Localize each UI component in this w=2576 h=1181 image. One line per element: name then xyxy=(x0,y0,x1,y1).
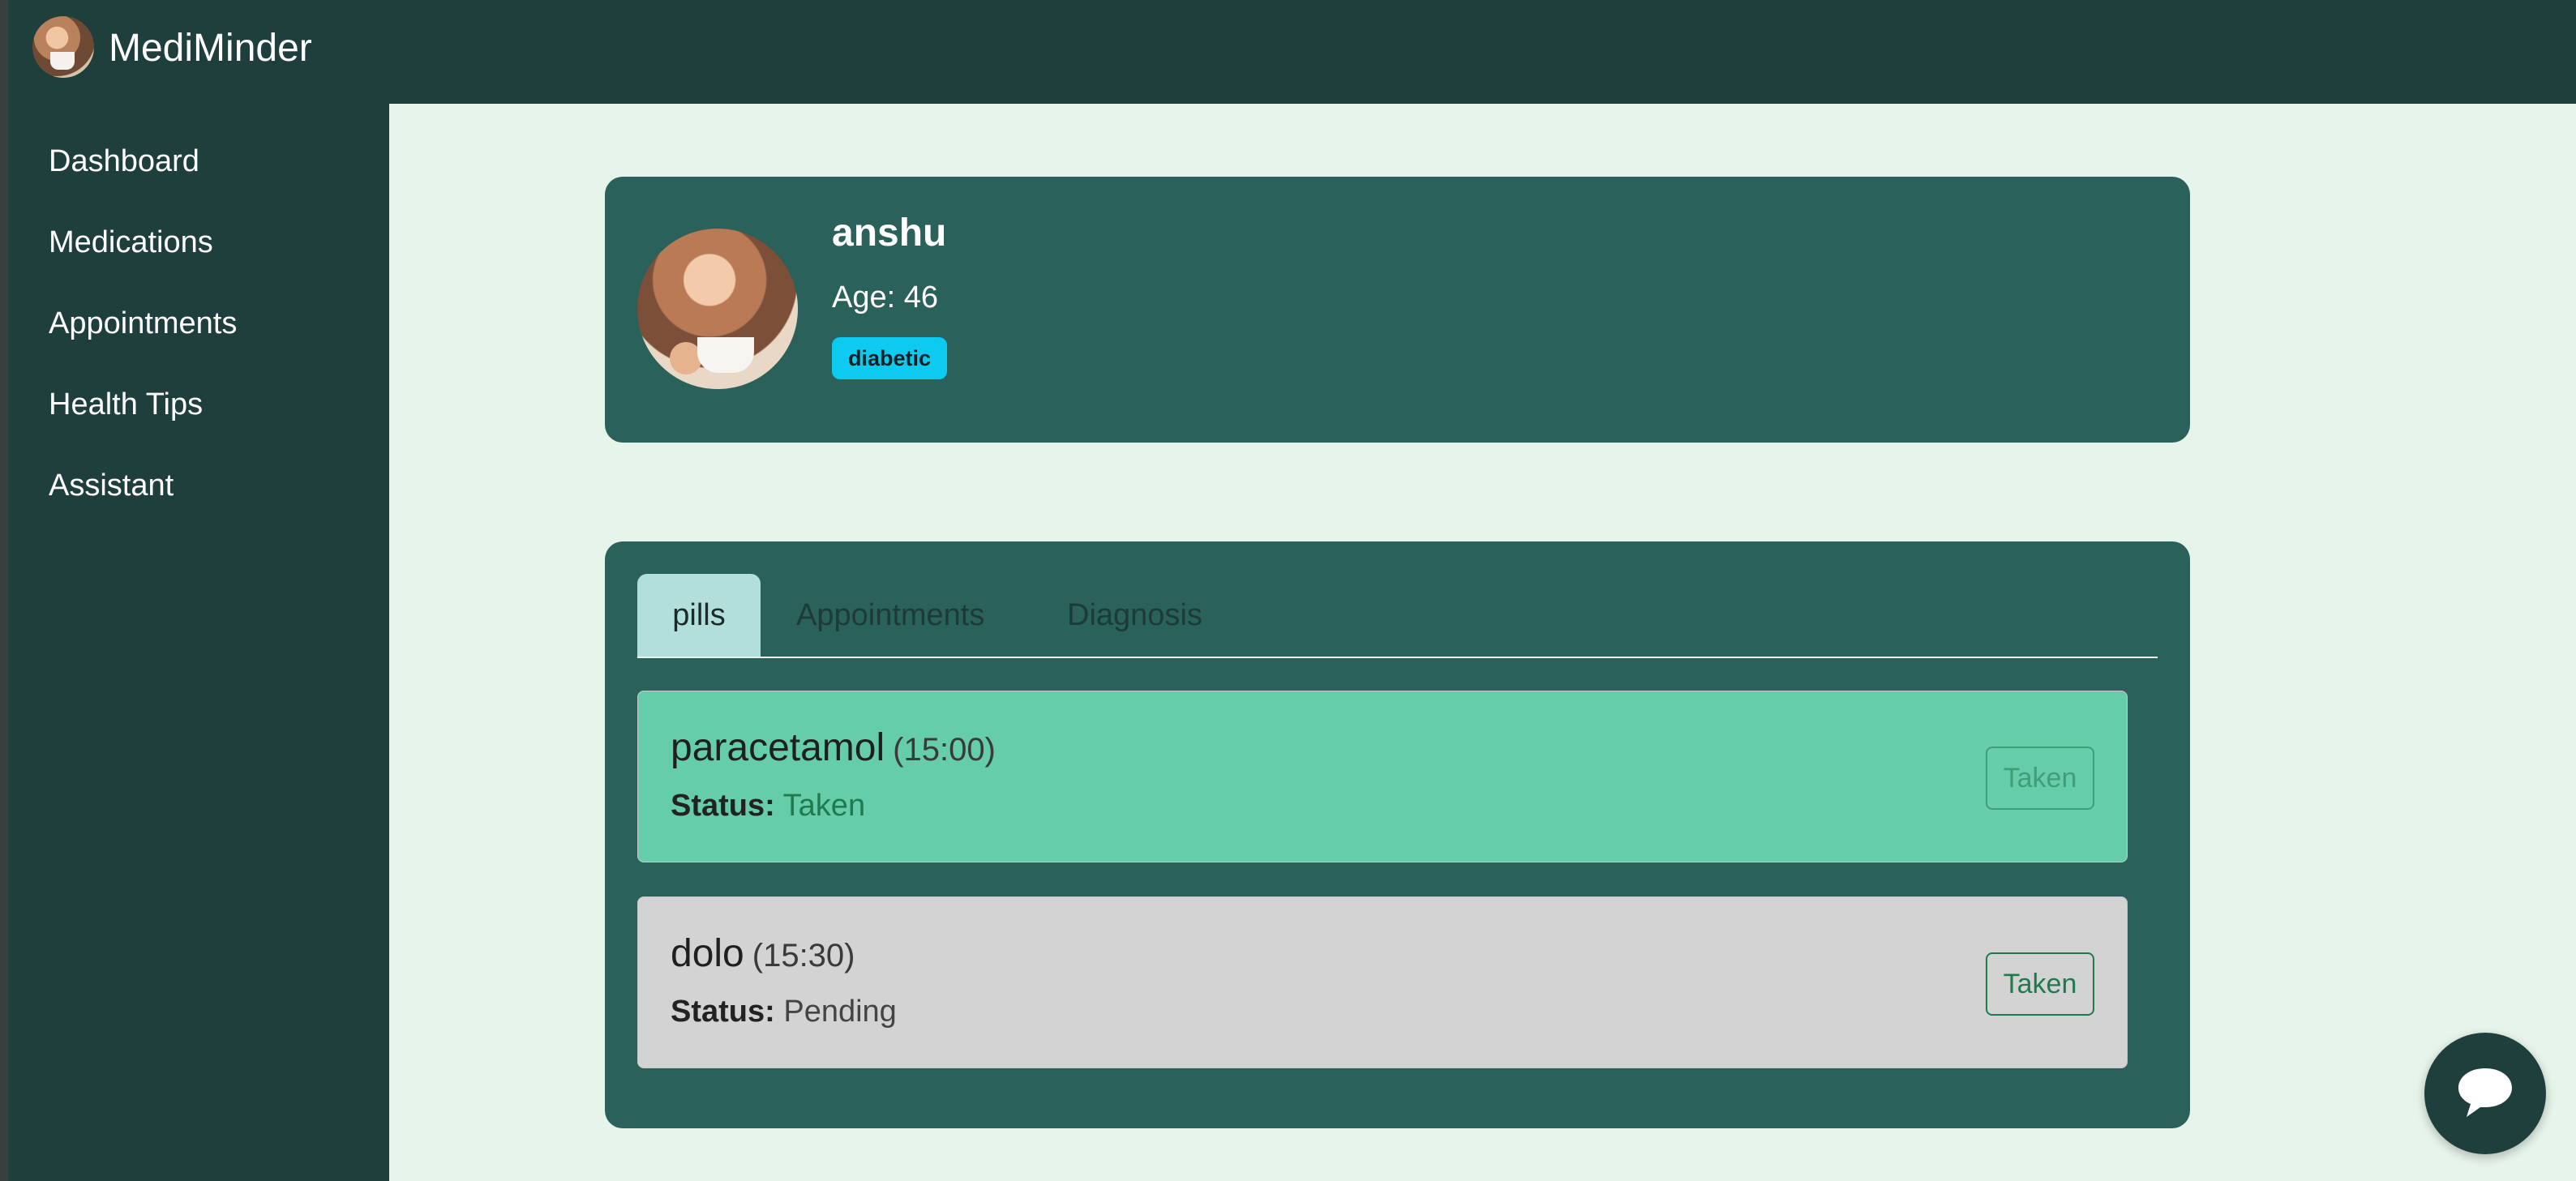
sidebar: Dashboard Medications Appointments Healt… xyxy=(8,104,389,1181)
chat-button[interactable] xyxy=(2424,1033,2546,1154)
list-item: paracetamol (15:00) Status: Taken Taken xyxy=(637,691,2128,862)
pill-time: (15:30) xyxy=(752,938,855,973)
sidebar-item-health-tips[interactable]: Health Tips xyxy=(49,387,203,422)
tab-bar: pills Appointments Diagnosis xyxy=(637,574,2158,658)
pill-name: paracetamol xyxy=(671,726,885,769)
list-item: dolo (15:30) Status: Pending Taken xyxy=(637,896,2128,1068)
tab-pills[interactable]: pills xyxy=(637,574,761,657)
profile-age: Age: 46 xyxy=(832,280,938,315)
tab-diagnosis[interactable]: Diagnosis xyxy=(1067,574,1202,657)
profile-name: anshu xyxy=(832,212,947,255)
taken-button[interactable]: Taken xyxy=(1986,952,2094,1016)
profile-card: anshu Age: 46 diabetic xyxy=(605,177,2190,443)
pill-time: (15:00) xyxy=(893,732,996,768)
status-label: Status: xyxy=(671,789,775,823)
pill-list: paracetamol (15:00) Status: Taken Taken d… xyxy=(637,691,2158,1096)
tab-appointments[interactable]: Appointments xyxy=(796,574,984,657)
avatar-cup-shape xyxy=(697,337,754,373)
sidebar-item-assistant[interactable]: Assistant xyxy=(49,469,174,503)
top-bar: MediMinder xyxy=(8,0,2576,104)
condition-badge: diabetic xyxy=(832,337,948,379)
sidebar-item-medications[interactable]: Medications xyxy=(49,225,213,260)
pill-name: dolo xyxy=(671,932,744,975)
brand-name[interactable]: MediMinder xyxy=(109,18,312,79)
taken-button[interactable]: Taken xyxy=(1986,747,2094,810)
status-value: Taken xyxy=(782,789,866,823)
logo-cup-shape xyxy=(50,52,75,70)
status-value: Pending xyxy=(783,995,897,1029)
window-edge xyxy=(0,0,8,1181)
medication-tabs-card: pills Appointments Diagnosis paracetamol… xyxy=(605,541,2190,1128)
status-label: Status: xyxy=(671,995,775,1029)
avatar xyxy=(637,229,798,389)
chat-bubble-icon xyxy=(2458,1068,2512,1117)
sidebar-item-appointments[interactable]: Appointments xyxy=(49,306,237,341)
sidebar-item-dashboard[interactable]: Dashboard xyxy=(49,144,199,179)
brand-logo[interactable] xyxy=(32,16,94,78)
